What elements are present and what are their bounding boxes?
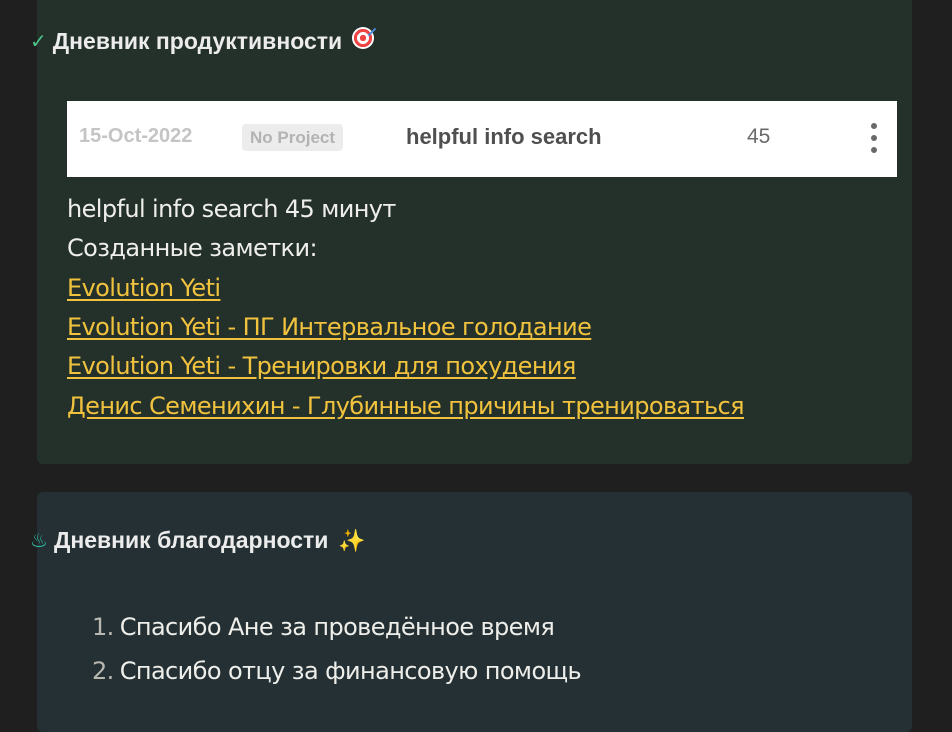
gratitude-title: Дневник благодарности [53,527,329,553]
notes-label: Созданные заметки: [67,234,318,262]
list-number: 1. [92,613,114,641]
task-summary: helpful info search 45 минут [67,195,396,223]
list-text: Спасибо отцу за финансовую помощь [119,657,582,685]
list-item: 1. Спасибо Ане за проведённое время [92,605,581,649]
target-icon [352,27,375,49]
list-text: Спасибо Ане за проведённое время [119,613,555,641]
gratitude-list: 1. Спасибо Ане за проведённое время 2. Спа… [92,605,582,693]
list-item: 2. Спасибо отцу за финансовую помощь [92,649,582,693]
flame-icon: ♨ [30,530,48,552]
kebab-menu-icon [870,123,878,153]
task-date: 15-Oct-2022 [79,125,193,147]
productivity-title: Дневник продуктивности [52,27,343,54]
sparkle-icon: ✨ [338,527,366,553]
note-link[interactable]: Evolution Yeti [67,273,221,303]
note-link[interactable]: Денис Семенихин - Глубинные причины трен… [67,391,745,421]
target-emoji [352,27,375,55]
note-link[interactable]: Evolution Yeti - Тренировки для похудени… [67,351,576,381]
productivity-heading: ✓ Дневник продуктивности [30,27,375,55]
task-project-badge: No Project [242,124,344,151]
task-strip-image: 15-Oct-2022 No Project helpful info sear… [67,101,897,177]
task-name: helpful info search [406,124,602,149]
task-duration: 45 [747,125,771,148]
note-link[interactable]: Evolution Yeti - ПГ Интервальное голодан… [67,312,592,342]
check-icon: ✓ [30,30,47,53]
gratitude-heading: ♨ Дневник благодарности ✨ [30,527,366,554]
list-number: 2. [92,657,114,685]
